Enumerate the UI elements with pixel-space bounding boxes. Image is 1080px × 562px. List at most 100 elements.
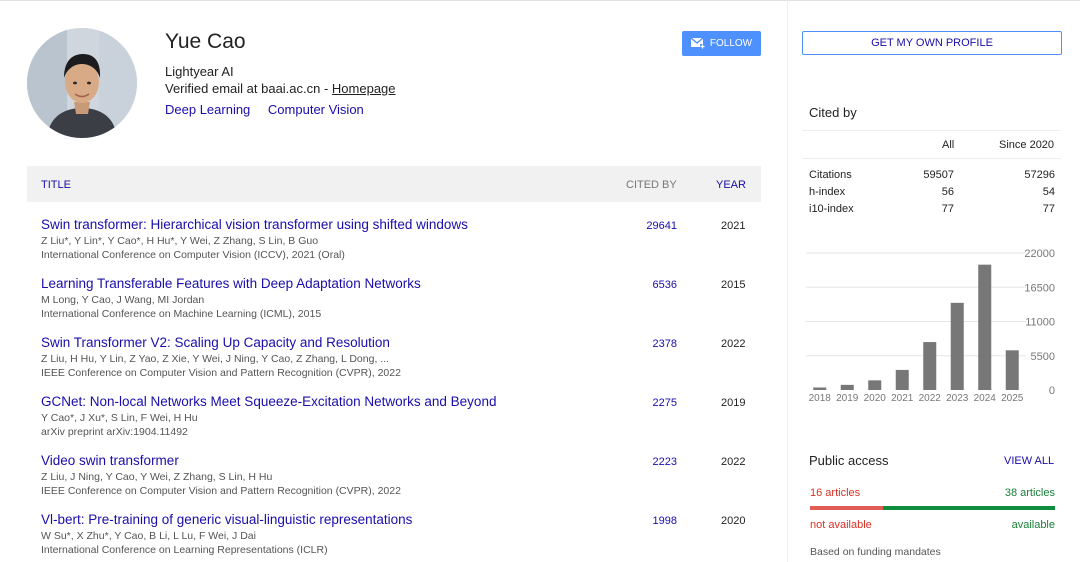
chart-bar[interactable] (895, 369, 909, 390)
stats-since: 57296 (1024, 169, 1055, 181)
unavailable-articles-link[interactable]: 16 articles (810, 487, 860, 499)
view-all-link[interactable]: VIEW ALL (1004, 455, 1054, 467)
table-row: Swin Transformer V2: Scaling Up Capacity… (27, 326, 761, 385)
article-venue: International Conference on Machine Lear… (41, 308, 322, 320)
article-venue: IEEE Conference on Computer Vision and P… (41, 367, 401, 379)
article-venue: International Conference on Computer Vis… (41, 249, 345, 261)
article-title-link[interactable]: Learning Transferable Features with Deep… (41, 276, 421, 291)
chart-y-tick-label: 11000 (1025, 317, 1055, 329)
article-venue: arXiv preprint arXiv:1904.11492 (41, 426, 188, 438)
article-title-link[interactable]: GCNet: Non-local Networks Meet Squeeze-E… (41, 394, 496, 409)
chart-bar[interactable] (978, 264, 992, 390)
not-available-fill (810, 506, 883, 510)
article-year: 2021 (721, 220, 746, 232)
homepage-link[interactable]: Homepage (332, 81, 396, 96)
mail-plus-icon (690, 38, 705, 49)
table-row: GCNet: Non-local Networks Meet Squeeze-E… (27, 385, 761, 444)
chart-bar[interactable] (1005, 350, 1019, 390)
stats-row-h-index: h-index 56 54 (802, 186, 1064, 200)
table-header: TITLE CITED BY YEAR (27, 166, 761, 202)
follow-label: FOLLOW (709, 38, 753, 49)
stats-all: 77 (941, 203, 954, 215)
interest-deep-learning[interactable]: Deep Learning (165, 102, 250, 117)
stats-col-since: Since 2020 (999, 139, 1055, 151)
sort-title-header[interactable]: TITLE (41, 179, 71, 191)
interest-computer-vision[interactable]: Computer Vision (268, 102, 364, 117)
stats-all: 59507 (923, 169, 954, 181)
table-row: Learning Transferable Features with Deep… (27, 267, 761, 326)
citations-chart-svg: 22000 16500 11000 5500 0 2018 2019 2020 2021 2022… (806, 248, 1055, 404)
profile-affiliation: Lightyear AI (165, 64, 234, 79)
get-my-own-profile-button[interactable]: GET MY OWN PROFILE (802, 31, 1062, 55)
chart-bar[interactable] (813, 387, 827, 390)
article-year: 2022 (721, 338, 746, 350)
article-title-link[interactable]: Swin transformer: Hierarchical vision tr… (41, 217, 468, 232)
chart-bar[interactable] (950, 302, 964, 390)
cited-by-link[interactable]: 2275 (653, 397, 677, 409)
avatar-image (27, 28, 137, 138)
chart-y-tick-label: 16500 (1024, 282, 1055, 294)
stats-label[interactable]: i10-index (809, 203, 854, 215)
available-articles-link[interactable]: 38 articles (1005, 487, 1055, 499)
table-row: Swin transformer: Hierarchical vision tr… (27, 208, 761, 267)
public-access-bar (810, 506, 1055, 510)
divider (802, 130, 1061, 131)
chart-y-tick-label: 0 (1049, 385, 1055, 397)
article-authors: Z Liu*, Y Lin*, Y Cao*, H Hu*, Y Wei, Z … (41, 235, 319, 247)
chart-x-tick-label: 2021 (891, 393, 914, 404)
stats-col-all: All (942, 139, 955, 151)
chart-x-tick-label: 2022 (919, 393, 942, 404)
chart-x-tick-label: 2020 (864, 393, 887, 404)
avatar (27, 28, 137, 138)
table-row: Vl-bert: Pre-training of generic visual-… (27, 503, 761, 562)
publications-list: Swin transformer: Hierarchical vision tr… (27, 208, 761, 562)
cited-by-link[interactable]: 29641 (646, 220, 677, 232)
chart-bar[interactable] (923, 342, 937, 390)
public-access-heading: Public access (809, 453, 889, 468)
article-authors: W Su*, X Zhu*, Y Cao, B Li, L Lu, F Wei,… (41, 530, 256, 542)
chart-x-tick-label: 2025 (1001, 393, 1024, 404)
stats-label[interactable]: Citations (809, 169, 852, 181)
stats-row-citations: Citations 59507 57296 (802, 169, 1064, 183)
stats-since: 77 (1042, 203, 1055, 215)
stats-all: 56 (941, 186, 954, 198)
funding-mandates-note: Based on funding mandates (810, 546, 941, 558)
profile-email: Verified email at baai.ac.cn - Homepage (165, 81, 396, 96)
article-venue: IEEE Conference on Computer Vision and P… (41, 485, 401, 497)
article-venue: International Conference on Learning Rep… (41, 544, 328, 556)
citations-per-year-chart: 22000 16500 11000 5500 0 2018 2019 2020 2021 2022… (802, 245, 1064, 410)
available-label: available (1011, 519, 1055, 531)
sort-cited-header[interactable]: CITED BY (626, 179, 677, 191)
stats-since: 54 (1042, 186, 1055, 198)
follow-button[interactable]: FOLLOW (682, 31, 761, 56)
cited-by-link[interactable]: 1998 (653, 515, 677, 527)
not-available-label: not available (810, 519, 872, 531)
article-authors: M Long, Y Cao, J Wang, MI Jordan (41, 294, 205, 306)
email-text: Verified email at baai.ac.cn - (165, 81, 332, 96)
stats-label[interactable]: h-index (809, 186, 845, 198)
sort-year-header[interactable]: YEAR (716, 179, 746, 191)
research-interests: Deep Learning Computer Vision (165, 102, 378, 117)
chart-y-tick-label: 22000 (1024, 248, 1055, 260)
column-divider (787, 0, 788, 562)
article-year: 2015 (721, 279, 746, 291)
table-row: Video swin transformer Z Liu, J Ning, Y … (27, 444, 761, 503)
article-title-link[interactable]: Video swin transformer (41, 453, 179, 468)
cited-by-heading: Cited by (809, 105, 857, 120)
cited-by-link[interactable]: 2378 (653, 338, 677, 350)
article-year: 2022 (721, 456, 746, 468)
divider (802, 158, 1061, 159)
article-title-link[interactable]: Swin Transformer V2: Scaling Up Capacity… (41, 335, 390, 350)
chart-x-tick-label: 2024 (974, 393, 997, 404)
stats-row-i10-index: i10-index 77 77 (802, 203, 1064, 217)
chart-bar[interactable] (840, 384, 854, 390)
chart-x-tick-label: 2023 (946, 393, 969, 404)
chart-bar[interactable] (868, 380, 882, 390)
article-title-link[interactable]: Vl-bert: Pre-training of generic visual-… (41, 512, 412, 527)
chart-x-tick-label: 2018 (809, 393, 832, 404)
cited-by-link[interactable]: 6536 (653, 279, 677, 291)
chart-y-tick-label: 5500 (1031, 351, 1055, 363)
cited-by-link[interactable]: 2223 (653, 456, 677, 468)
chart-x-tick-label: 2019 (836, 393, 859, 404)
profile-name: Yue Cao (165, 30, 246, 53)
